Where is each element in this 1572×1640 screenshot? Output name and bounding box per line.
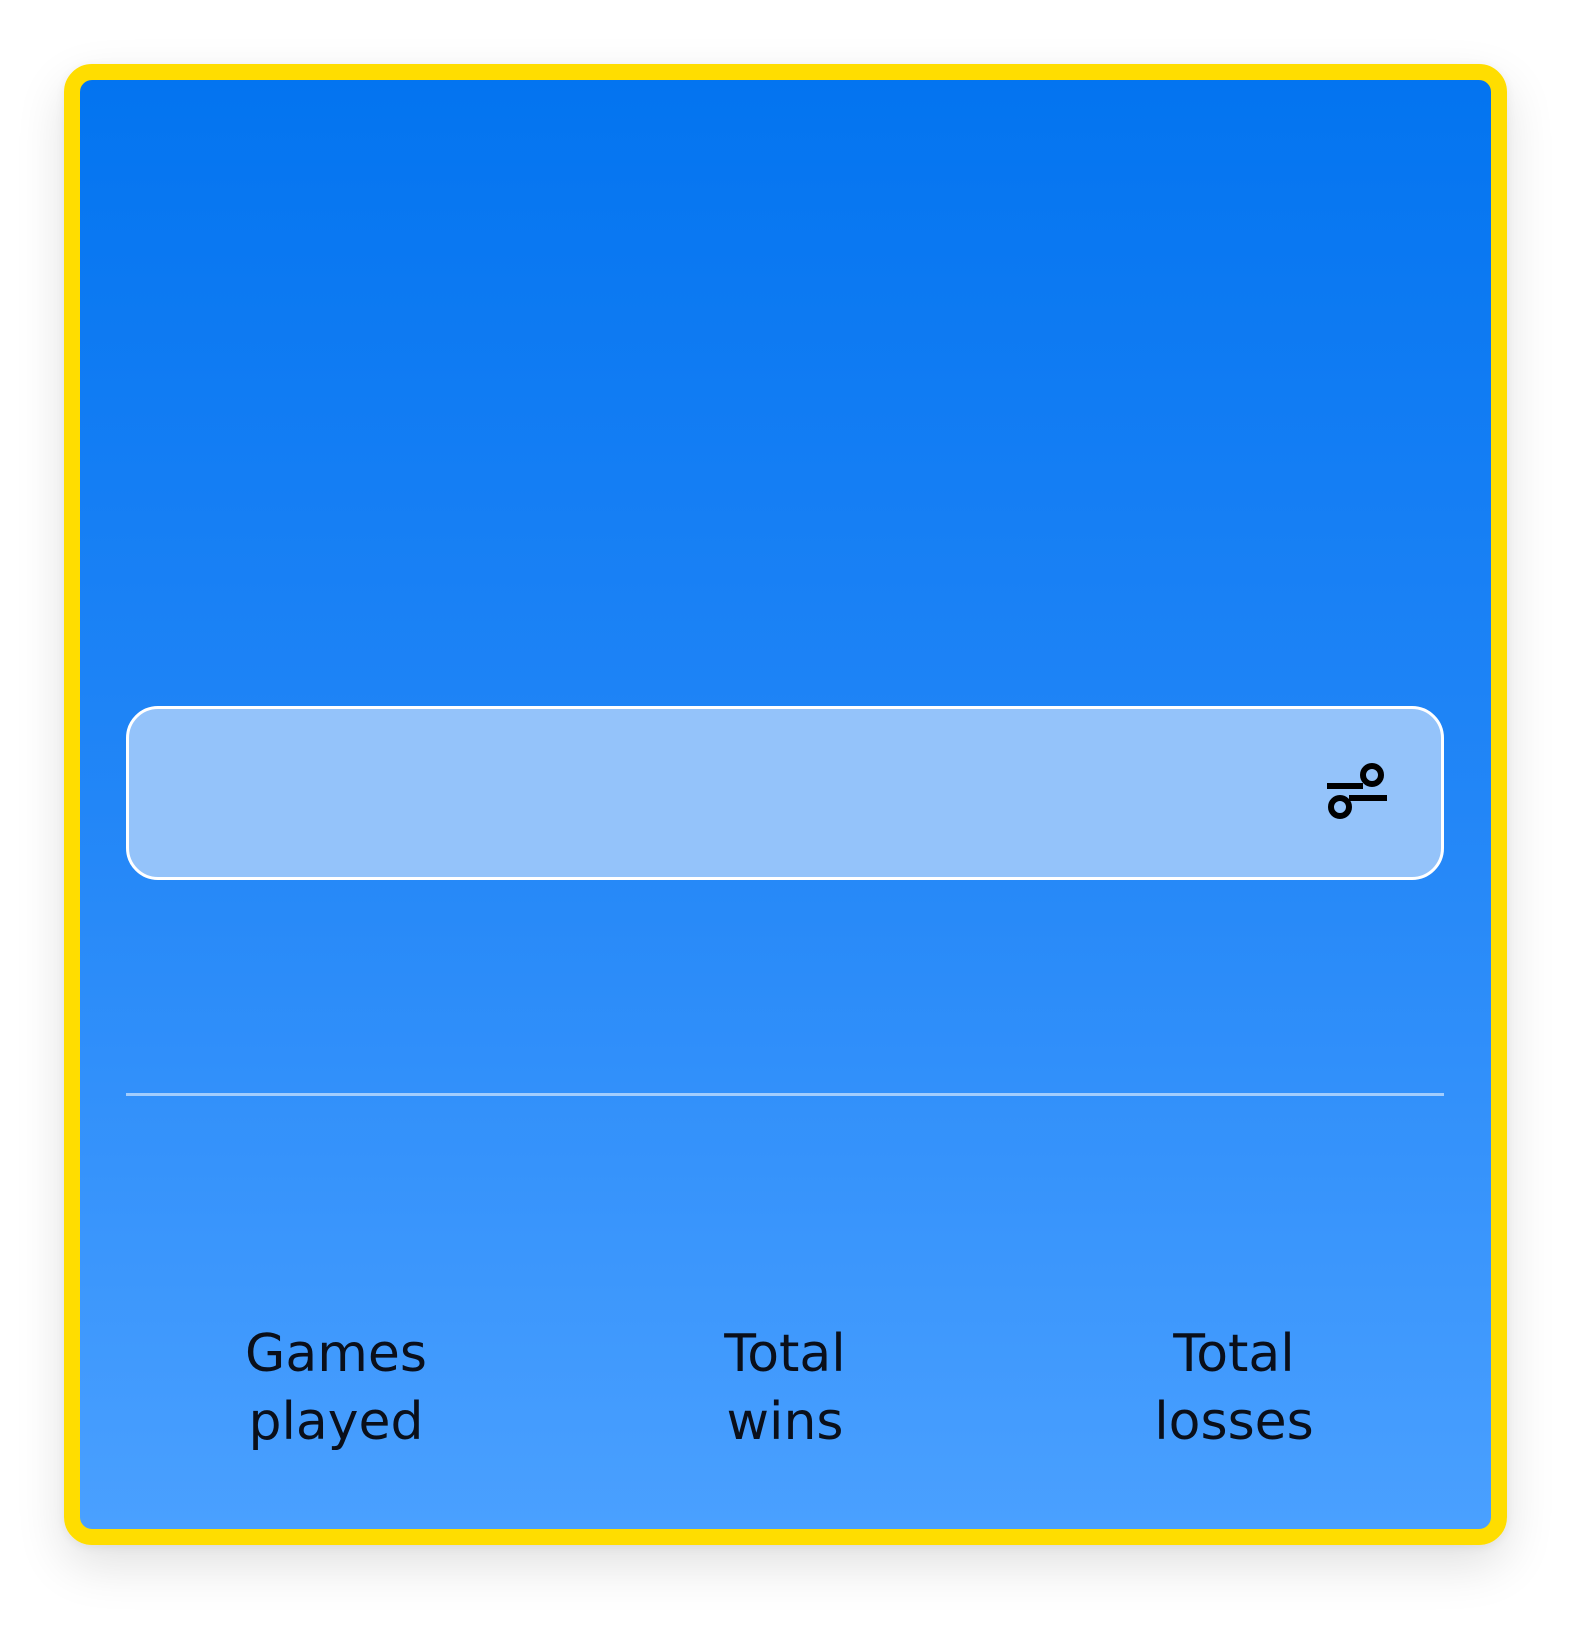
search-input[interactable]: [159, 709, 1313, 879]
stat-total-losses: Total losses: [1024, 1320, 1444, 1456]
divider: [126, 1093, 1444, 1096]
stats-card: Games played Total wins Total losses: [64, 64, 1507, 1545]
stat-games-played: Games played: [126, 1320, 546, 1456]
stat-total-wins: Total wins: [575, 1320, 995, 1456]
search-bar: [126, 706, 1444, 880]
stat-label: Games played: [245, 1324, 427, 1452]
filter-button[interactable]: [1325, 763, 1391, 823]
filter-icon: [1325, 763, 1391, 823]
stats-row: Games played Total wins Total losses: [126, 1320, 1444, 1456]
stat-label: Total wins: [724, 1324, 846, 1452]
stat-label: Total losses: [1154, 1324, 1314, 1452]
